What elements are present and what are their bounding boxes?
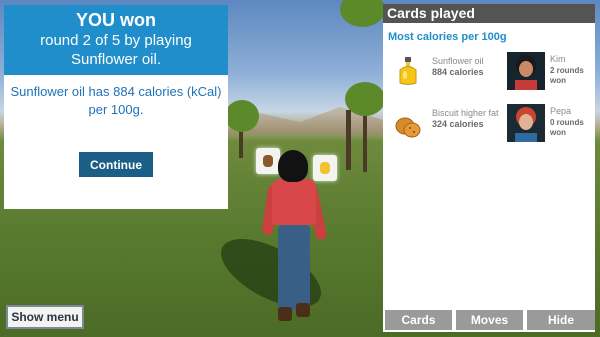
moves-button[interactable]: Moves	[456, 310, 523, 330]
cards-panel-title: Cards played	[383, 4, 595, 23]
result-line-2: Sunflower oil.	[70, 51, 162, 68]
card-name: Biscuit higher fat	[432, 108, 499, 118]
result-title: YOU won	[76, 10, 156, 30]
cards-panel-subtitle: Most calories per 100g	[388, 31, 507, 43]
card-row: Sunflower oil 884 calories Kim 2 rounds …	[383, 52, 595, 92]
player-name: Pepa	[550, 106, 572, 116]
player-avatar	[507, 52, 545, 90]
rounds-won: 2 rounds won	[550, 66, 590, 86]
hide-button[interactable]: Hide	[527, 310, 595, 330]
card-name: Sunflower oil	[432, 56, 484, 66]
oil-bottle-icon	[399, 57, 417, 85]
player-avatar	[507, 104, 545, 142]
cards-played-panel: Cards played Most calories per 100g Sunf…	[383, 4, 595, 332]
player-name: Kim	[550, 54, 566, 64]
card-calories: 884 calories	[432, 67, 484, 77]
cards-panel-buttons: Cards Moves Hide	[385, 310, 595, 330]
card-row: Biscuit higher fat 324 calories Pepa 0 r…	[383, 104, 595, 144]
rounds-won-label: won	[550, 76, 566, 85]
biscuit-icon	[395, 117, 421, 138]
continue-button[interactable]: Continue	[79, 152, 153, 177]
result-header: YOU won round 2 of 5 by playing Sunflowe…	[4, 5, 228, 75]
rounds-won-count: 2 rounds	[550, 66, 584, 75]
result-message: Sunflower oil has 884 calories (kCal) pe…	[10, 84, 222, 117]
rounds-won-label: won	[550, 128, 566, 137]
round-result-panel: YOU won round 2 of 5 by playing Sunflowe…	[4, 5, 228, 209]
rounds-won-count: 0 rounds	[550, 118, 584, 127]
player-character	[261, 145, 332, 330]
result-line-1: round 2 of 5 by playing	[40, 32, 192, 49]
show-menu-button[interactable]: Show menu	[6, 305, 84, 329]
rounds-won: 0 rounds won	[550, 118, 590, 138]
card-calories: 324 calories	[432, 119, 484, 129]
cards-button[interactable]: Cards	[385, 310, 452, 330]
